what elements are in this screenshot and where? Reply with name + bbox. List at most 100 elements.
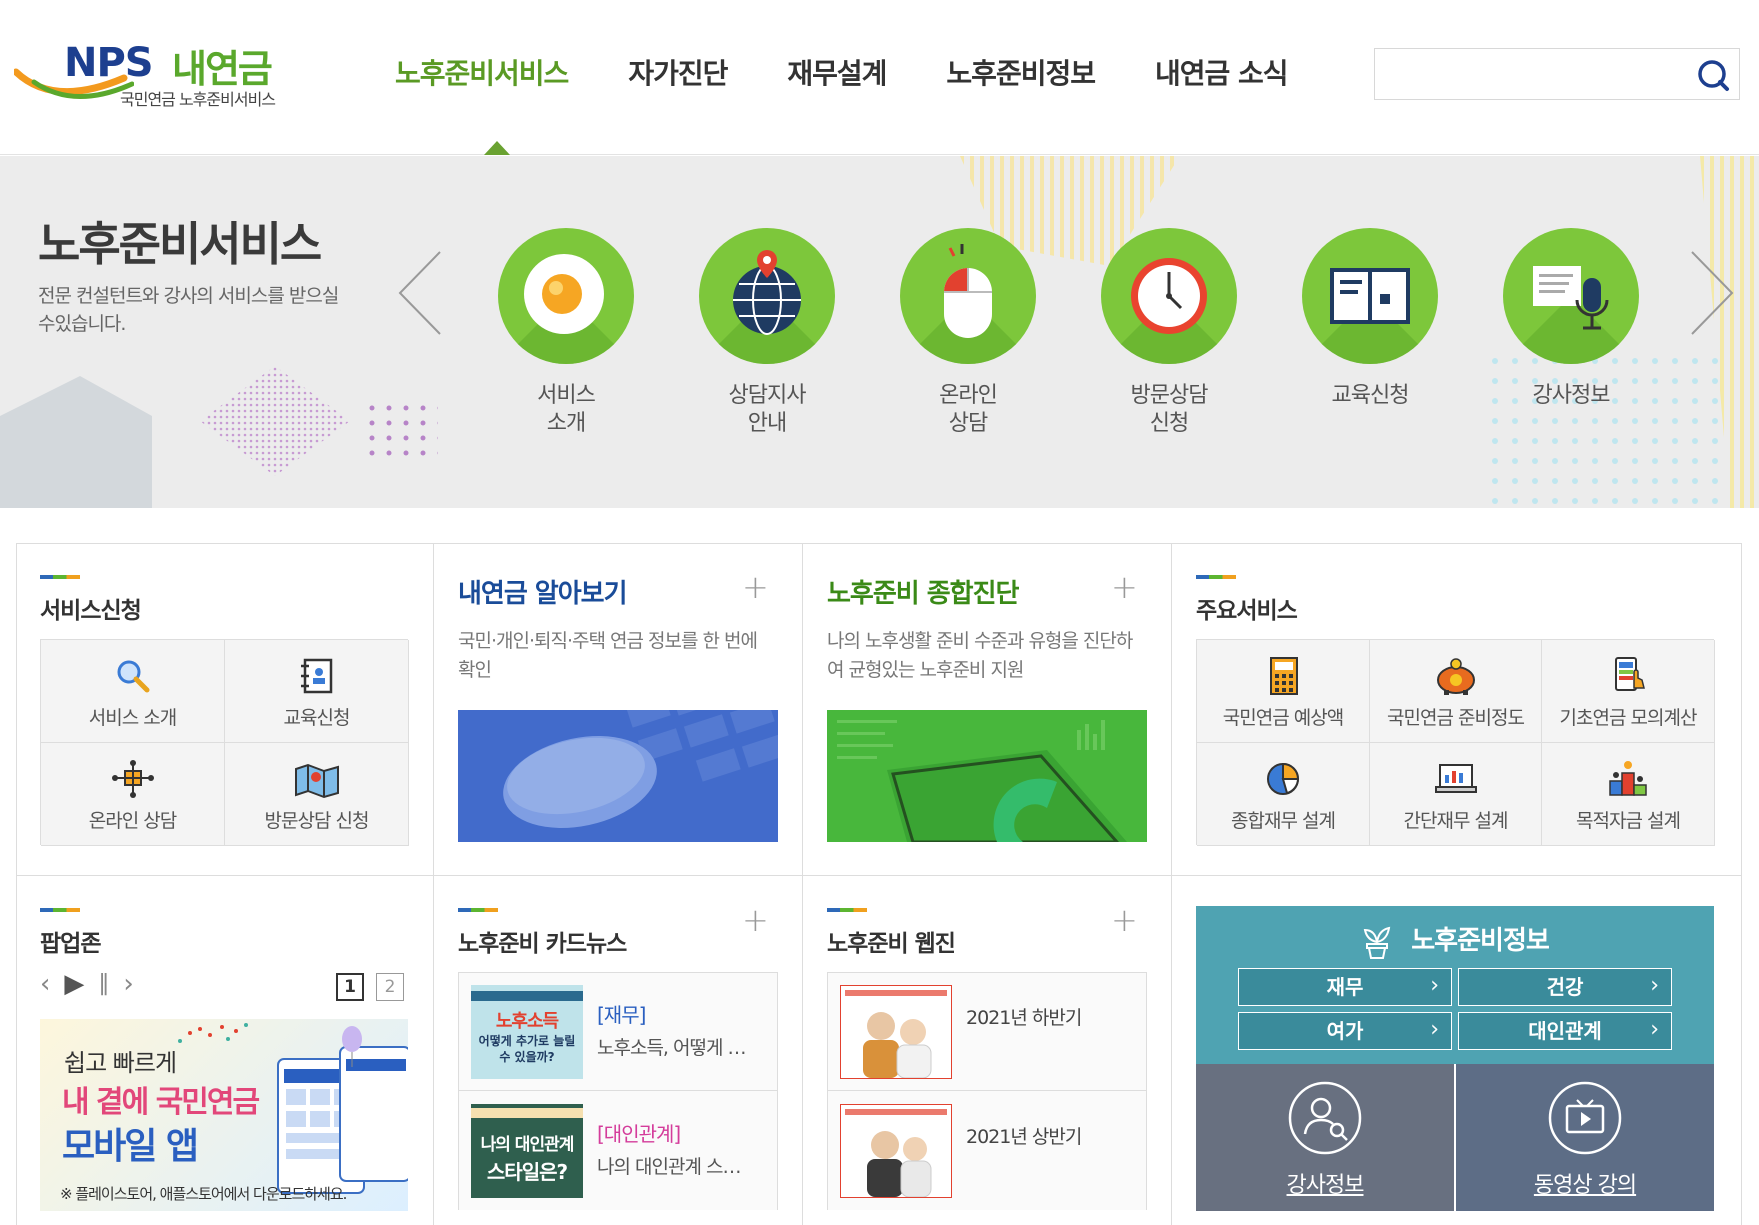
panel-webzine: 노후준비 웹진 + 2021년 하반기 2021년 상반기 bbox=[803, 876, 1172, 1225]
magnifier-icon bbox=[117, 660, 149, 693]
service-apply-visit[interactable]: 방문상담 신청 bbox=[225, 743, 409, 846]
main-service-simple-plan[interactable]: 간단재무 설계 bbox=[1370, 743, 1542, 846]
webzine-more-icon[interactable]: + bbox=[1111, 904, 1138, 936]
popup-zone-title: 팝업존 bbox=[40, 931, 101, 957]
main-service-pension-readiness[interactable]: 국민연금 준비정도 bbox=[1370, 640, 1542, 743]
diagnosis-title[interactable]: 노후준비 종합진단 bbox=[827, 573, 1019, 610]
nav-retirement-info[interactable]: 노후준비정보 bbox=[946, 52, 1096, 92]
card-news-tag: [대인관계] bbox=[597, 1122, 681, 1146]
retire-info-leisure-button[interactable]: 여가 bbox=[1238, 1012, 1452, 1050]
card-news-list: 노후소득 어떻게 추가로 늘릴 수 있을까? [재무] 노후소득, 어떻게 추가… bbox=[458, 972, 778, 1210]
clock-icon bbox=[1131, 258, 1207, 334]
popup-line-2: 내 곁에 국민연금 bbox=[62, 1085, 260, 1120]
decorative-dots-diamond bbox=[200, 366, 350, 476]
nav-pension-news[interactable]: 내연금 소식 bbox=[1155, 52, 1289, 92]
retire-info-health-button[interactable]: 건강 bbox=[1458, 968, 1672, 1006]
keyboard-mouse-image bbox=[458, 710, 778, 842]
popup-page-1[interactable]: 1 bbox=[336, 973, 364, 1001]
main-services-title: 주요서비스 bbox=[1196, 598, 1298, 624]
chart-report-image bbox=[827, 710, 1147, 842]
diagnosis-more-icon[interactable]: + bbox=[1111, 571, 1138, 603]
retire-info-video-link[interactable]: 동영상 강의 bbox=[1456, 1064, 1714, 1211]
retire-info-relations-button[interactable]: 대인관계 bbox=[1458, 1012, 1672, 1050]
card-news-item[interactable]: 노후소득 어떻게 추가로 늘릴 수 있을까? [재무] 노후소득, 어떻게 추가… bbox=[459, 973, 777, 1091]
user-search-icon bbox=[1288, 1081, 1362, 1155]
main-service-goal-fund-plan[interactable]: 목적자금 설계 bbox=[1542, 743, 1715, 846]
popup-next-icon[interactable]: › bbox=[123, 971, 133, 997]
diagnosis-banner[interactable] bbox=[827, 710, 1147, 842]
pie-chart-icon bbox=[1267, 762, 1300, 795]
webzine-thumbnail bbox=[840, 985, 952, 1079]
retire-info-finance-button[interactable]: 재무 bbox=[1238, 968, 1452, 1006]
card-news-item[interactable]: 나의 대인관계 스타일은? [대인관계] 나의 대인관계 스타일은? bbox=[459, 1092, 777, 1210]
main-service-comprehensive-plan[interactable]: 종합재무 설계 bbox=[1197, 743, 1370, 846]
card-news-more-icon[interactable]: + bbox=[742, 904, 769, 936]
carousel-next-icon[interactable] bbox=[1686, 248, 1736, 338]
webzine-issue: 2021년 하반기 bbox=[966, 1007, 1082, 1029]
hero-description: 전문 컨설턴트와 강사의 서비스를 받으실 수있습니다. bbox=[38, 285, 339, 335]
webzine-item[interactable]: 2021년 상반기 bbox=[828, 1092, 1146, 1210]
service-apply-intro[interactable]: 서비스 소개 bbox=[41, 640, 225, 743]
search-icon[interactable] bbox=[1693, 55, 1733, 95]
video-icon bbox=[1548, 1081, 1622, 1155]
card-news-text: 나의 대인관계 스타일은? bbox=[597, 1156, 755, 1178]
piggy-bank-icon bbox=[1436, 658, 1475, 695]
decorative-hexagon bbox=[0, 376, 152, 508]
popup-pause-icon[interactable]: ‖ bbox=[98, 973, 109, 995]
service-apply-online[interactable]: 온라인 상담 bbox=[41, 743, 225, 846]
card-news-tag: [재무] bbox=[597, 1003, 646, 1027]
card-news-title[interactable]: 노후준비 카드뉴스 bbox=[458, 924, 627, 958]
popup-line-3: 모바일 앱 bbox=[62, 1126, 199, 1167]
main-service-basic-pension-calc[interactable]: 기초연금 모의계산 bbox=[1542, 640, 1715, 743]
hero-branch-guide[interactable]: 상담지사 안내 bbox=[667, 228, 867, 438]
search-input[interactable] bbox=[1375, 49, 1685, 99]
main-service-pension-estimate[interactable]: 국민연금 예상액 bbox=[1197, 640, 1370, 743]
webzine-title[interactable]: 노후준비 웹진 bbox=[827, 924, 956, 958]
my-pension-desc: 국민·개인·퇴직·주택 연금 정보를 한 번에 확인 bbox=[458, 630, 758, 681]
webzine-list: 2021년 하반기 2021년 상반기 bbox=[827, 972, 1147, 1210]
retire-info-box: 노후준비정보 재무 건강 여가 대인관계 강사정보 동영상 강의 bbox=[1196, 906, 1714, 1211]
active-nav-indicator bbox=[484, 141, 510, 155]
card-news-thumbnail: 나의 대인관계 스타일은? bbox=[471, 1104, 583, 1198]
carousel-prev-icon[interactable] bbox=[396, 248, 446, 338]
retire-info-title: 노후준비정보 bbox=[1411, 926, 1550, 956]
hero-section: 노후준비서비스 전문 컨설턴트와 강사의 서비스를 받으실 수있습니다. 서비스… bbox=[0, 156, 1759, 508]
map-icon bbox=[294, 763, 339, 799]
my-pension-more-icon[interactable]: + bbox=[742, 571, 769, 603]
my-pension-banner[interactable] bbox=[458, 710, 778, 842]
nav-self-diagnosis[interactable]: 자가진단 bbox=[628, 52, 728, 92]
hero-education-apply[interactable]: 교육신청 bbox=[1270, 228, 1470, 410]
popup-prev-icon[interactable]: ‹ bbox=[40, 971, 50, 997]
popup-note: ※ 플레이스토어, 애플스토어에서 다운로드하세요. bbox=[60, 1185, 347, 1203]
hero-online-consult[interactable]: 온라인 상담 bbox=[868, 228, 1068, 438]
hero-service-intro[interactable]: 서비스 소개 bbox=[466, 228, 666, 438]
decorative-dots-grid bbox=[368, 404, 438, 464]
service-apply-education[interactable]: 교육신청 bbox=[225, 640, 409, 743]
webzine-thumbnail bbox=[840, 1104, 952, 1198]
phone-touch-icon bbox=[1615, 657, 1645, 691]
panel-diagnosis: 노후준비 종합진단 + 나의 노후생활 준비 수준과 유형을 진단하여 균형있는… bbox=[803, 543, 1172, 876]
nav-financial-planning[interactable]: 재무설계 bbox=[787, 52, 887, 92]
panel-card-news: 노후준비 카드뉴스 + 노후소득 어떻게 추가로 늘릴 수 있을까? [재무] … bbox=[434, 876, 803, 1225]
notebook-icon bbox=[300, 658, 332, 694]
card-news-thumbnail: 노후소득 어떻게 추가로 늘릴 수 있을까? bbox=[471, 985, 583, 1079]
my-pension-title[interactable]: 내연금 알아보기 bbox=[458, 573, 627, 610]
logo-brand-text: 내연금 bbox=[172, 47, 273, 91]
popup-play-icon[interactable]: ▶ bbox=[64, 971, 84, 997]
hero-visit-consult[interactable]: 방문상담 신청 bbox=[1069, 228, 1269, 438]
card-news-text: 노후소득, 어떻게 추가로 늘릴 수 있을까? bbox=[597, 1037, 755, 1059]
header: NPS 내연금 국민연금 노후준비서비스 노후준비서비스 자가진단 재무설계 노… bbox=[0, 0, 1759, 155]
popup-page-2[interactable]: 2 bbox=[376, 973, 404, 1001]
retire-info-instructor-link[interactable]: 강사정보 bbox=[1196, 1064, 1454, 1211]
microphone-icon bbox=[1533, 266, 1609, 330]
globe-pin-icon bbox=[733, 250, 801, 335]
hero-instructor-info[interactable]: 강사정보 bbox=[1471, 228, 1671, 410]
mouse-icon bbox=[944, 244, 992, 338]
nps-logo[interactable]: NPS 내연금 국민연금 노후준비서비스 bbox=[14, 38, 304, 109]
panel-my-pension: 내연금 알아보기 + 국민·개인·퇴직·주택 연금 정보를 한 번에 확인 bbox=[434, 543, 803, 876]
logo-nps-text: NPS bbox=[64, 40, 154, 86]
popup-banner[interactable]: 쉽고 빠르게 내 곁에 국민연금 모바일 앱 ※ 플레이스토어, 애플스토어에서… bbox=[40, 1019, 408, 1211]
webzine-item[interactable]: 2021년 하반기 bbox=[828, 973, 1146, 1091]
nav-retirement-service[interactable]: 노후준비서비스 bbox=[395, 52, 569, 92]
hero-title: 노후준비서비스 bbox=[38, 217, 322, 271]
